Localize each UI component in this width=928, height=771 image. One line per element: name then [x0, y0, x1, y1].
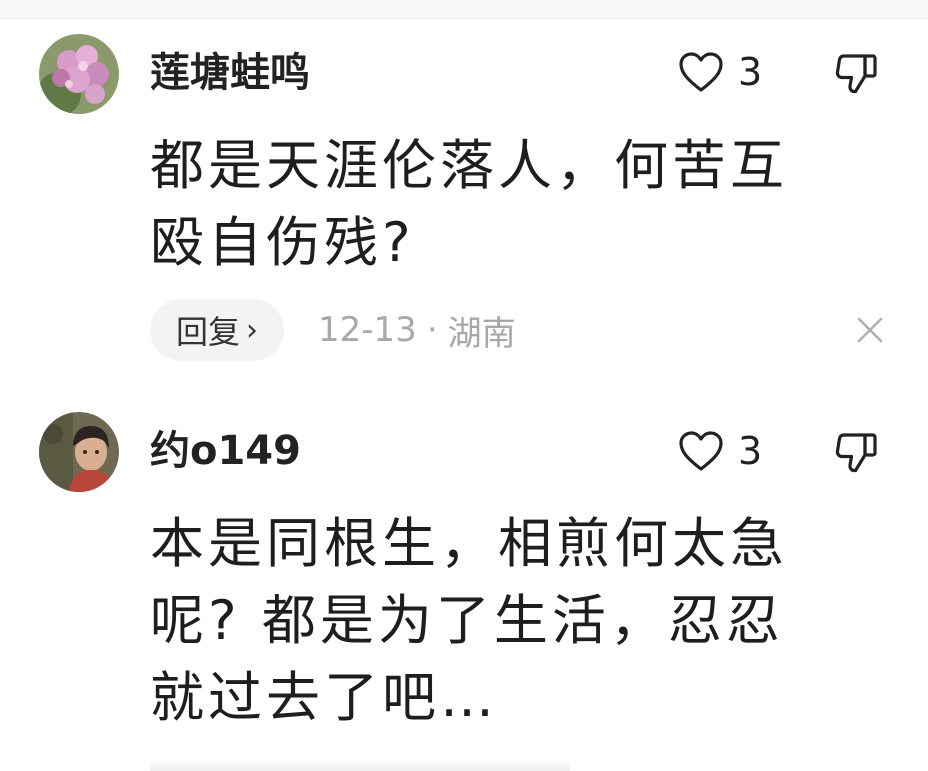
like-button[interactable]: 3: [678, 427, 762, 475]
comment-meta: 回复 › 12-13 · 湖南: [150, 299, 516, 361]
comment-date: 12-13: [318, 310, 417, 350]
avatar[interactable]: [39, 34, 119, 114]
top-divider: [0, 0, 928, 19]
comment-text-line: 就过去了吧…: [150, 666, 498, 729]
thumbs-down-icon[interactable]: [834, 50, 880, 96]
like-button[interactable]: 3: [678, 48, 762, 96]
comment-text: 都是天涯伦落人，何苦互 殴自伤残?: [150, 127, 870, 281]
comment-location: 湖南: [447, 313, 516, 354]
chevron-right-icon: ›: [246, 312, 259, 348]
comment-text: 本是同根生，相煎何太急 呢? 都是为了生活，忍忍 就过去了吧…: [150, 505, 870, 736]
comment-text-line: 都是天涯伦落人，何苦互: [150, 134, 788, 197]
comment-text-line: 呢? 都是为了生活，忍忍: [150, 589, 784, 652]
heart-outline-icon: [678, 430, 724, 472]
username[interactable]: 约o149: [150, 427, 301, 475]
meta-separator: ·: [426, 310, 438, 350]
person-avatar-image: [39, 412, 119, 492]
reply-button[interactable]: 回复 ›: [150, 299, 285, 361]
avatar[interactable]: [39, 412, 119, 492]
comment-text-line: 殴自伤残?: [150, 211, 415, 274]
comment-text-line: 本是同根生，相煎何太急: [150, 512, 788, 575]
like-count: 3: [738, 50, 763, 94]
next-reply-pill-partial: [150, 758, 570, 771]
close-x-icon[interactable]: [856, 316, 884, 344]
reply-label: 回复: [176, 313, 241, 351]
thumbs-down-icon[interactable]: [834, 429, 880, 475]
heart-outline-icon: [678, 51, 724, 93]
flower-avatar-image: [39, 34, 119, 114]
like-count: 3: [738, 429, 763, 473]
username[interactable]: 莲塘蛙鸣: [150, 49, 310, 97]
